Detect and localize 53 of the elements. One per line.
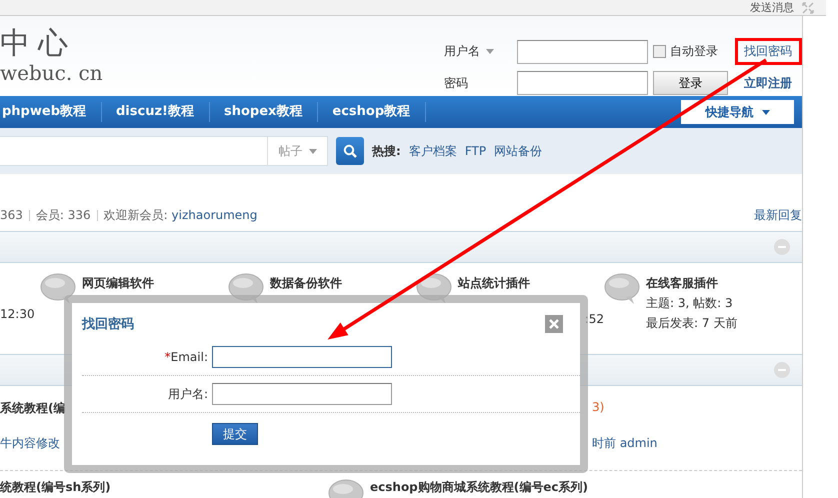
logo-domain: webuc. cn bbox=[0, 62, 103, 84]
text-input[interactable] bbox=[212, 383, 392, 405]
hot-search-link[interactable]: 网站备份 bbox=[494, 142, 542, 160]
thread-meta: 牛内容修改 bbox=[0, 435, 61, 452]
hot-search-label: 热搜: bbox=[372, 142, 401, 160]
field-label: *Email: bbox=[164, 350, 209, 364]
post-count: 363 bbox=[0, 208, 23, 222]
last-post-time: 12:30 bbox=[0, 306, 36, 323]
forum-name[interactable]: 网页编辑软件 bbox=[82, 275, 228, 292]
welcome-text: 欢迎新会员: yizhaorumeng bbox=[104, 206, 258, 224]
caret-icon bbox=[486, 49, 494, 54]
caret-icon bbox=[762, 110, 770, 114]
register-link[interactable]: 立即注册 bbox=[738, 74, 802, 92]
latest-replies-link[interactable]: 最新回复 bbox=[754, 206, 802, 224]
search-icon bbox=[343, 144, 357, 158]
submit-button[interactable]: 提交 bbox=[212, 423, 258, 445]
close-icon bbox=[549, 319, 559, 329]
password-input[interactable] bbox=[517, 71, 648, 95]
nav-item[interactable]: discuz!教程 bbox=[114, 102, 210, 122]
username-label: 用户名 bbox=[444, 43, 480, 60]
new-member-link[interactable]: yizhaorumeng bbox=[172, 208, 258, 222]
forum-name[interactable]: 数据备份软件 bbox=[270, 275, 416, 292]
username-input[interactable] bbox=[517, 40, 648, 64]
forum-stats: 主题: 3, 帖数: 3 bbox=[646, 295, 733, 312]
text-input[interactable] bbox=[212, 346, 392, 368]
hot-search-link[interactable]: 客户档案 bbox=[408, 142, 457, 160]
hot-search-link[interactable]: FTP bbox=[464, 144, 486, 158]
login-button[interactable]: 登录 bbox=[653, 71, 728, 95]
search-button[interactable] bbox=[336, 137, 364, 165]
member-count: 会员: 336 bbox=[36, 206, 91, 224]
nav-item[interactable]: ecshop教程 bbox=[330, 102, 426, 122]
logo-title: 中心 bbox=[0, 26, 76, 62]
auto-login-checkbox[interactable] bbox=[653, 45, 666, 58]
field-label: 用户名: bbox=[166, 386, 209, 402]
nav-item[interactable]: shopex教程 bbox=[222, 102, 318, 122]
caret-icon bbox=[308, 148, 316, 154]
last-post-info: 最后发表: 7 天前 bbox=[646, 315, 738, 332]
last-post-info: :52 bbox=[584, 312, 604, 326]
speech-bubble-icon bbox=[604, 273, 640, 305]
auto-login-label: 自动登录 bbox=[670, 43, 718, 60]
forum-name[interactable]: 在线客服插件 bbox=[646, 275, 792, 292]
close-button[interactable] bbox=[545, 315, 563, 333]
reply-count: 3) bbox=[592, 400, 606, 416]
thread-title[interactable]: ecshop购物商城系统教程(编号ec系列) bbox=[370, 479, 588, 496]
thread-meta: 时前 admin bbox=[592, 435, 658, 452]
password-label: 密码 bbox=[444, 74, 469, 92]
send-message-link[interactable]: 发送消息 bbox=[750, 1, 794, 14]
forum-name[interactable]: 站点统计插件 bbox=[458, 275, 604, 292]
nav-item[interactable]: phpweb教程 bbox=[0, 102, 102, 122]
forgot-password-link[interactable]: 找回密码 bbox=[744, 44, 792, 58]
dialog-title: 找回密码 bbox=[82, 316, 134, 333]
thread-title[interactable]: 统教程(编号sh系列) bbox=[0, 479, 322, 496]
quick-nav-button[interactable]: 快捷导航 bbox=[681, 100, 794, 124]
